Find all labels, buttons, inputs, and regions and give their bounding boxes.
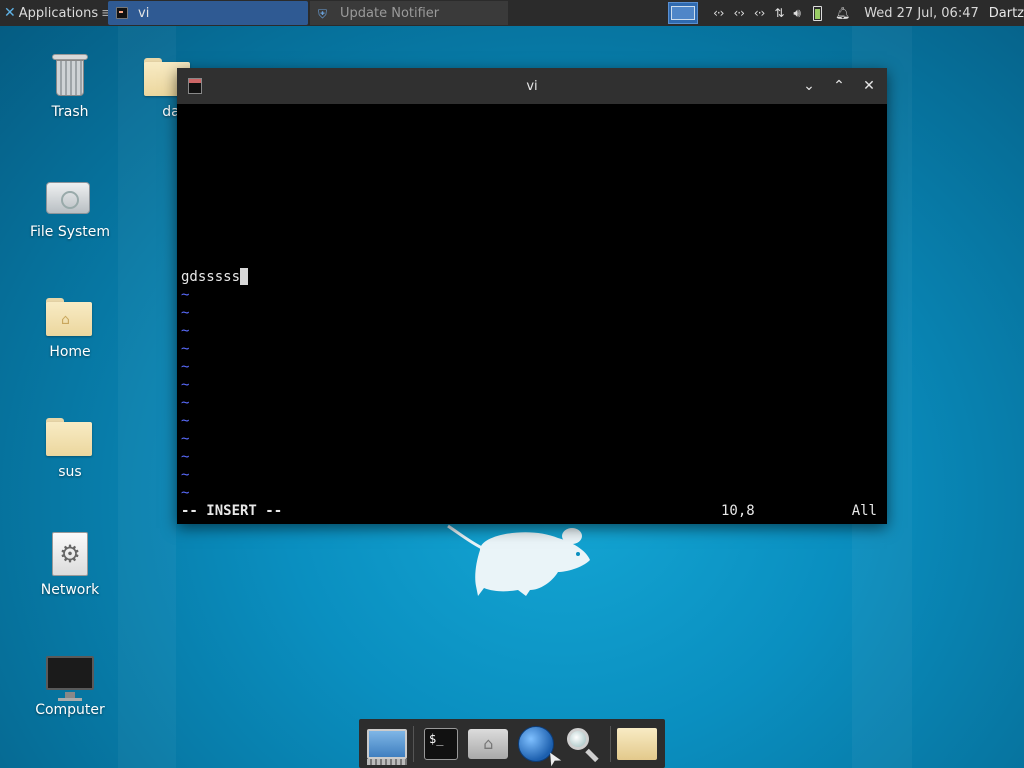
dock-separator: [413, 725, 415, 762]
workspace-1[interactable]: [671, 6, 696, 20]
window-title: vi: [526, 78, 538, 94]
empty-line-marker: ~: [181, 413, 190, 429]
empty-line-marker: ~: [181, 449, 190, 465]
web-browser-icon: [517, 725, 554, 762]
taskbar-item-label: Update Notifier: [340, 5, 440, 21]
xfce-logo-icon: ✕: [4, 5, 16, 21]
empty-line-marker: ~: [181, 485, 190, 501]
transfer-icon[interactable]: ⇅: [774, 6, 784, 20]
show-desktop-icon: [366, 728, 407, 765]
network-icon[interactable]: ‹·›: [713, 6, 724, 20]
volume-icon[interactable]: 🔊︎: [793, 6, 801, 21]
dock-separator: [609, 725, 611, 762]
empty-line-marker: ~: [181, 431, 190, 447]
xfce-mouse-wallpaper: [447, 524, 590, 596]
battery-icon[interactable]: [812, 5, 822, 21]
web-browser-launcher[interactable]: [514, 722, 557, 766]
bell-icon[interactable]: 🔔︎: [835, 6, 850, 20]
wallpaper-band: [118, 26, 176, 768]
empty-line-marker: ~: [181, 359, 190, 375]
mode-indicator: -- INSERT --: [181, 503, 283, 519]
vi-status-line: -- INSERT -- 10,8 All: [181, 502, 877, 520]
bottom-dock: $_ ⌂: [359, 719, 665, 768]
minimize-button[interactable]: ⌄: [799, 76, 819, 96]
taskbar-item-vi[interactable]: vi: [108, 1, 308, 25]
desktop-icon-computer[interactable]: Computer: [20, 650, 120, 718]
taskbar-item-label: vi: [138, 5, 150, 21]
cursor-position: 10,8: [721, 503, 755, 519]
top-panel: ✕ Applications ≡ vi ⛨ Update Notifier ‹·…: [0, 0, 1024, 26]
clock[interactable]: Wed 27 Jul, 06:47: [864, 6, 979, 21]
network-icon[interactable]: ‹·›: [754, 6, 765, 20]
desktop-icon-file-system[interactable]: File System: [20, 172, 120, 240]
trash-icon: [46, 52, 94, 100]
terminal-icon: [116, 7, 128, 19]
home-folder-icon: ⌂: [46, 292, 94, 340]
search-icon: [565, 726, 601, 762]
terminal-launcher[interactable]: $_: [419, 722, 462, 766]
terminal-icon: [188, 78, 202, 94]
text-cursor: [240, 268, 249, 285]
drive-icon: [46, 172, 94, 220]
empty-line-marker: ~: [181, 395, 190, 411]
applications-menu[interactable]: ✕ Applications ≡: [0, 0, 108, 26]
shield-icon: ⛨: [318, 7, 328, 21]
folder-launcher[interactable]: [616, 722, 659, 766]
user-menu[interactable]: Dartz: [989, 6, 1024, 21]
empty-line-marker: ~: [181, 323, 190, 339]
empty-line-marker: ~: [181, 305, 190, 321]
folder-icon: [617, 727, 658, 760]
window-titlebar[interactable]: vi ⌄ ⌃ ✕: [177, 68, 887, 104]
scroll-indicator: All: [851, 503, 877, 519]
applications-label: Applications: [18, 5, 99, 21]
desktop-icon-home[interactable]: ⌂ Home: [20, 292, 120, 360]
empty-line-marker: ~: [181, 341, 190, 357]
folder-icon: [46, 412, 94, 460]
desktop-icon-sus[interactable]: sus: [20, 412, 120, 480]
menu-grip-icon: ≡: [101, 5, 108, 21]
computer-icon: [46, 650, 94, 701]
network-settings-icon: ⚙: [46, 530, 94, 578]
network-icon[interactable]: ‹·›: [733, 6, 744, 20]
desktop-icon-network[interactable]: ⚙ Network: [20, 530, 120, 598]
file-manager-launcher[interactable]: ⌂: [467, 722, 510, 766]
terminal-content[interactable]: gdsssss ~ ~ ~ ~ ~ ~ ~ ~ ~ ~ ~ ~: [177, 104, 887, 524]
taskbar-item-update-notifier[interactable]: ⛨ Update Notifier: [310, 1, 508, 25]
app-finder-launcher[interactable]: [561, 722, 604, 766]
vi-terminal-window[interactable]: vi ⌄ ⌃ ✕ gdsssss ~ ~ ~ ~ ~ ~ ~ ~ ~ ~ ~ ~…: [177, 68, 887, 524]
desktop-icon-trash[interactable]: Trash: [20, 52, 120, 120]
buffer-line: gdsssss: [181, 268, 249, 286]
empty-line-marker: ~: [181, 377, 190, 393]
show-desktop-button[interactable]: [365, 722, 408, 766]
home-folder-icon: ⌂: [468, 728, 509, 759]
workspace-switcher[interactable]: [668, 2, 699, 24]
terminal-icon: $_: [424, 727, 458, 760]
close-button[interactable]: ✕: [859, 76, 879, 96]
maximize-button[interactable]: ⌃: [829, 76, 849, 96]
empty-line-marker: ~: [181, 287, 190, 303]
empty-line-marker: ~: [181, 467, 190, 483]
